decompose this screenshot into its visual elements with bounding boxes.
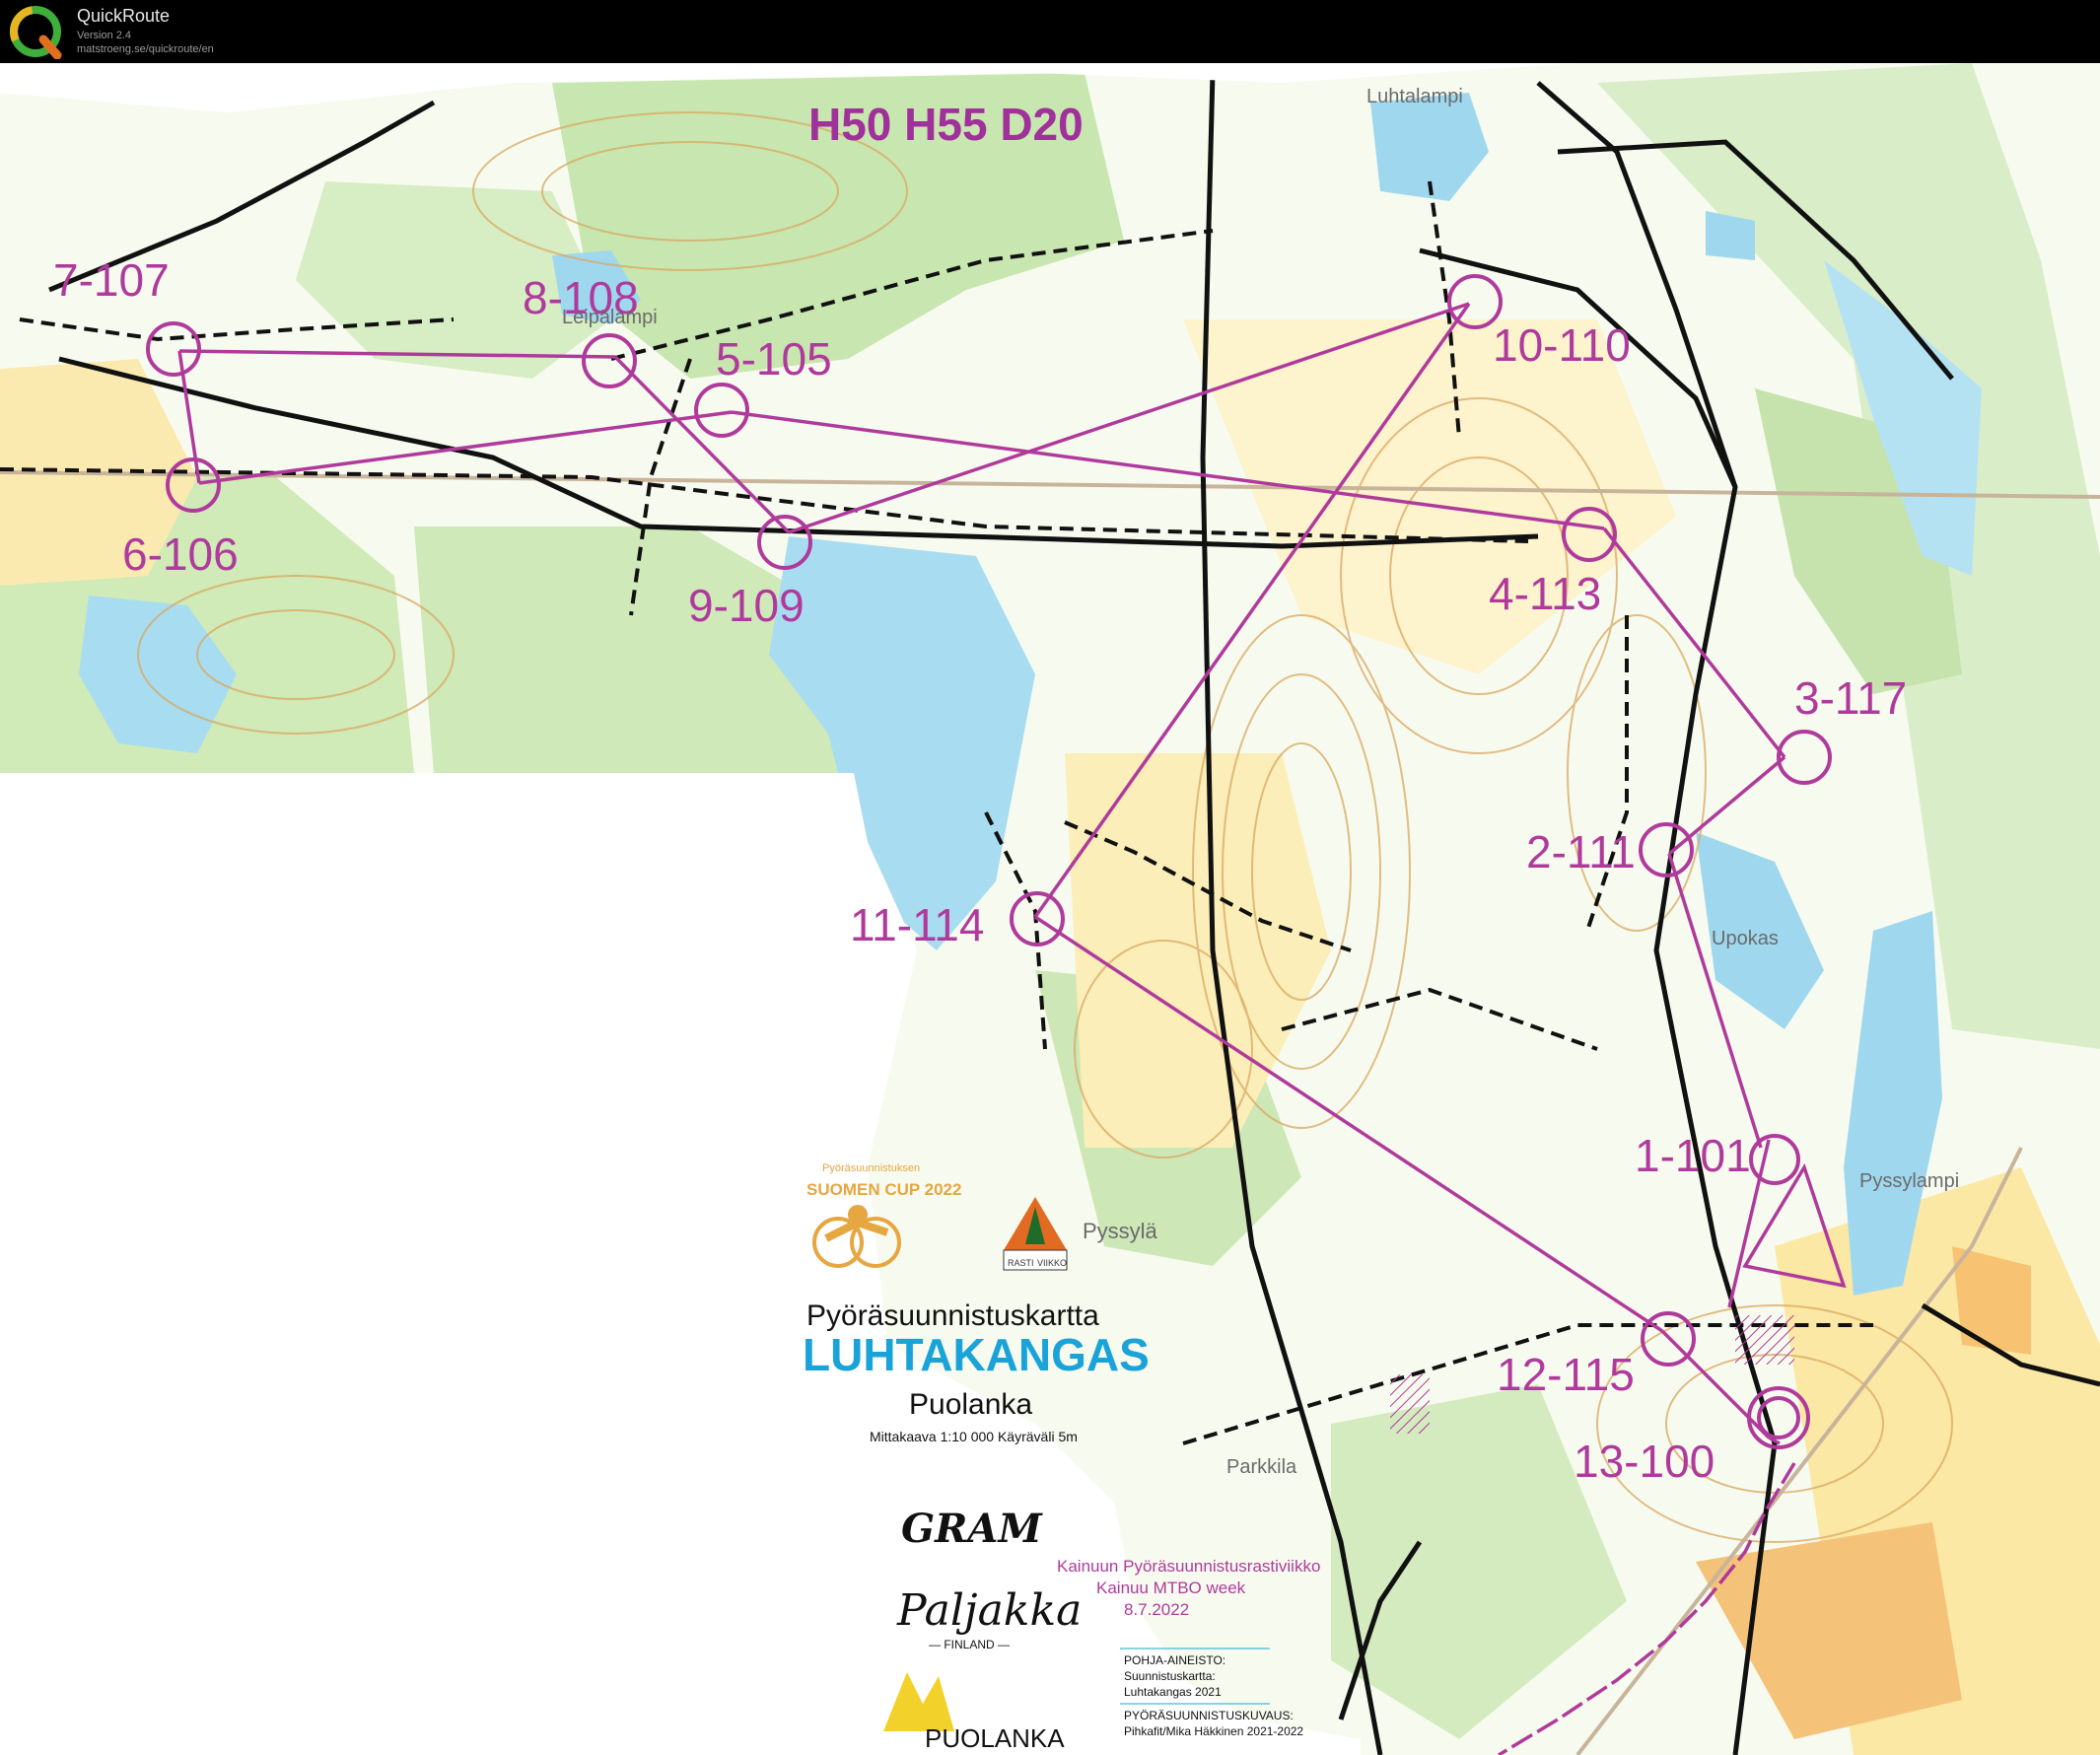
control-label-2: 2-111 [1526,826,1636,878]
place-name-upokas: Upokas [1712,928,1779,949]
credits-base-line1: Suunnistuskartta: [1124,1669,1216,1683]
quickroute-logo-icon [10,6,62,59]
app-version: Version 2.4 [77,30,132,41]
event-line2: Kainuu MTBO week [1096,1579,1246,1597]
orienteering-map[interactable]: 1-101 2-111 3-117 4-113 5-105 6-106 7-10… [0,63,2100,1755]
control-label-13: 13-100 [1574,1436,1715,1487]
place-name-pyssylampi: Pyssylampi [1859,1170,1959,1192]
legend-municipality: Puolanka [909,1388,1032,1421]
title-bar: QuickRoute Version 2.4 matstroeng.se/qui… [0,0,2100,63]
control-label-12: 12-115 [1497,1349,1635,1400]
credits-survey-line: Pihkafit/Mika Häkkinen 2021-2022 [1124,1724,1303,1738]
credits-base-title: POHJA-AINEISTO: [1124,1653,1225,1667]
course-classes-label: H50 H55 D20 [808,99,1084,150]
event-date: 8.7.2022 [1124,1600,1189,1619]
paljakka-finland-text: — FINLAND — [929,1638,1010,1651]
legend-map-name: LUHTAKANGAS [803,1329,1150,1380]
suomen-cup-title: SUOMEN CUP 2022 [806,1180,961,1199]
control-label-6: 6-106 [122,528,239,580]
gram-logo: GRAM [901,1506,1043,1552]
credits-survey-title: PYÖRÄSUUNNISTUSKUVAUS: [1124,1709,1294,1722]
viikko-text: VIIKKO [1037,1258,1067,1268]
place-name-pyssyla: Pyssylä [1083,1219,1158,1243]
control-label-10: 10-110 [1493,319,1631,371]
place-name-parkkila: Parkkila [1226,1456,1297,1478]
puolanka-logo-text: PUOLANKA [925,1723,1065,1753]
legend-scale-info: Mittakaava 1:10 000 Käyräväli 5m [870,1429,1078,1444]
suomen-cup-small-text: Pyöräsuunnistuksen [822,1162,920,1174]
control-label-5: 5-105 [716,333,832,385]
puolanka-logo-icon [883,1672,954,1731]
rasti-text: RASTI [1008,1258,1034,1268]
control-label-4: 4-113 [1489,568,1601,619]
control-label-7: 7-107 [53,254,170,306]
terrain-layer [0,63,2100,1755]
control-label-11: 11-114 [850,899,984,950]
place-name-luhtalampi: Luhtalampi [1366,86,1463,107]
legend-map-type: Pyöräsuunnistuskartta [806,1299,1099,1332]
place-name-leipalampi: Leipälampi [562,307,658,328]
map-area[interactable]: 1-101 2-111 3-117 4-113 5-105 6-106 7-10… [0,63,2100,1755]
control-label-1: 1-101 [1635,1130,1751,1181]
sponsor-logos: GRAM Paljakka — FINLAND — PUOLANKA [883,1506,1082,1753]
app-title: QuickRoute [77,6,171,26]
control-label-9: 9-109 [688,580,805,631]
paljakka-logo: Paljakka [896,1585,1082,1636]
event-line1: Kainuun Pyöräsuunnistusrastiviikko [1057,1557,1320,1576]
control-label-3: 3-117 [1794,672,1907,724]
app-url[interactable]: matstroeng.se/quickroute/en [77,43,214,55]
credits-base-line2: Luhtakangas 2021 [1124,1685,1222,1699]
